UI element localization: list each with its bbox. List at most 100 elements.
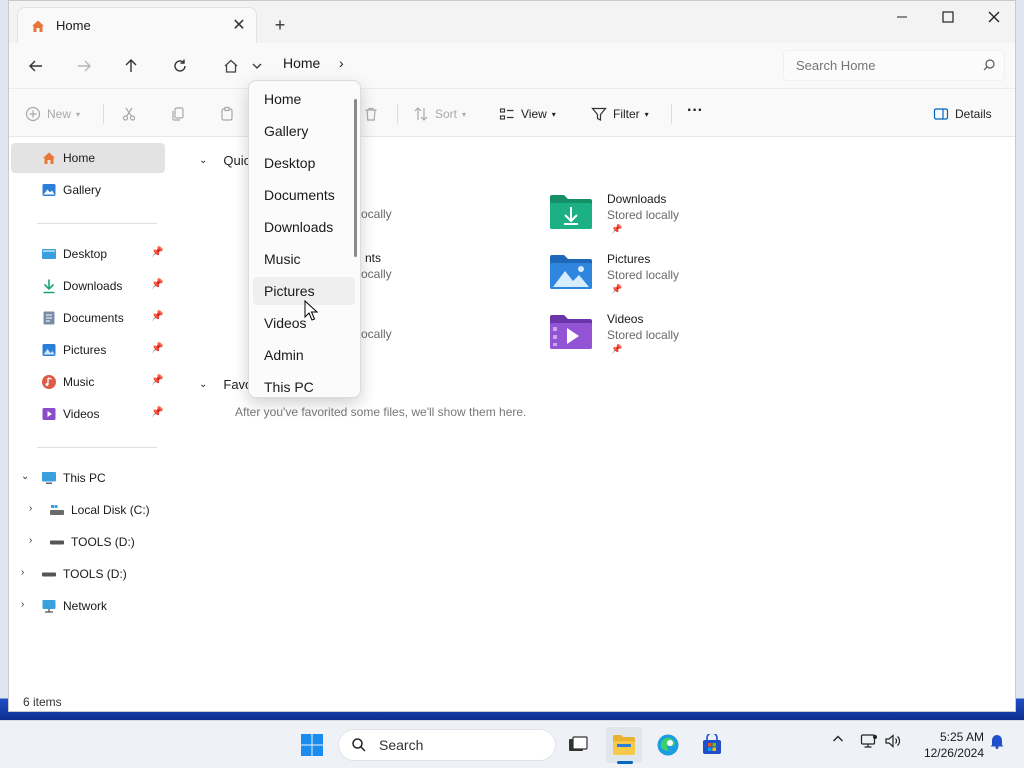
- minimize-button[interactable]: [879, 5, 925, 29]
- mouse-cursor-icon: [304, 300, 318, 321]
- videos-icon: [42, 408, 56, 420]
- filter-label: Filter: [613, 107, 640, 121]
- dropdown-item-this-pc[interactable]: This PC: [253, 373, 355, 397]
- address-home-button[interactable]: [216, 52, 246, 80]
- sidebar-item-tools-d[interactable]: › TOOLS (D:): [11, 527, 165, 557]
- dropdown-item-home[interactable]: Home: [253, 85, 355, 113]
- tab-home[interactable]: Home ✕: [17, 7, 257, 43]
- sort-button[interactable]: Sort ▾: [413, 103, 466, 125]
- address-dropdown-toggle[interactable]: [247, 52, 267, 80]
- delete-button[interactable]: [363, 103, 379, 125]
- store-icon: [703, 734, 721, 754]
- search-box[interactable]: [783, 50, 1005, 81]
- pin-icon[interactable]: 📌: [151, 279, 163, 290]
- sidebar-item-tools-d-root[interactable]: › TOOLS (D:): [11, 559, 165, 589]
- taskbar-search[interactable]: Search: [338, 729, 556, 761]
- tab-label: Home: [56, 18, 91, 33]
- volume-button[interactable]: [882, 733, 904, 749]
- quick-access-downloads[interactable]: Downloads Stored locally 📌: [549, 191, 749, 241]
- partial-text: ocally: [361, 327, 392, 341]
- sidebar-item-network[interactable]: › Network: [11, 591, 165, 621]
- start-button[interactable]: [294, 727, 330, 763]
- title-bar: Home ✕ +: [9, 1, 1015, 43]
- chevron-right-icon[interactable]: ›: [29, 503, 32, 514]
- sidebar-item-home[interactable]: Home: [11, 143, 165, 173]
- favorites-header[interactable]: ⌄ Favo: [199, 377, 252, 392]
- details-label: Details: [955, 107, 992, 121]
- filter-button[interactable]: Filter ▾: [591, 103, 649, 125]
- sidebar-item-local-disk-c[interactable]: › Local Disk (C:): [11, 495, 165, 525]
- cut-button[interactable]: [121, 103, 137, 125]
- dropdown-item-admin[interactable]: Admin: [253, 341, 355, 369]
- file-explorer-taskbar-button[interactable]: [606, 727, 642, 763]
- arrow-up-icon: [125, 59, 137, 72]
- sidebar-item-videos[interactable]: Videos 📌: [11, 399, 165, 429]
- task-view-button[interactable]: [560, 727, 596, 763]
- taskbar: Search 5:25 AM 12/26/2024: [0, 720, 1024, 768]
- more-options-button[interactable]: ···: [687, 100, 703, 122]
- pin-icon[interactable]: 📌: [151, 247, 163, 258]
- view-list-icon: [499, 108, 514, 120]
- partial-text: ocally: [361, 207, 392, 221]
- home-icon: [43, 152, 55, 164]
- forward-button[interactable]: [69, 52, 99, 80]
- divider: [671, 104, 672, 124]
- breadcrumb-separator[interactable]: ›: [339, 55, 344, 71]
- sidebar-item-music[interactable]: Music 📌: [11, 367, 165, 397]
- chevron-down-icon[interactable]: ⌄: [21, 471, 29, 482]
- pin-icon[interactable]: 📌: [151, 407, 163, 418]
- dropdown-item-documents[interactable]: Documents: [253, 181, 355, 209]
- copy-button[interactable]: [170, 103, 186, 125]
- pin-icon[interactable]: 📌: [151, 375, 163, 386]
- new-tab-button[interactable]: +: [269, 14, 291, 36]
- folder-icon: [613, 735, 635, 755]
- arrow-left-icon: [29, 60, 42, 72]
- divider: [397, 104, 398, 124]
- close-window-button[interactable]: [971, 5, 1017, 29]
- edge-browser-button[interactable]: [650, 727, 686, 763]
- dropdown-item-gallery[interactable]: Gallery: [253, 117, 355, 145]
- chevron-down-icon: ⌄: [199, 155, 208, 166]
- maximize-button[interactable]: [925, 5, 971, 29]
- dropdown-scrollbar[interactable]: [354, 99, 357, 257]
- chevron-right-icon[interactable]: ›: [29, 535, 32, 546]
- details-button[interactable]: Details: [933, 103, 992, 125]
- up-button[interactable]: [116, 52, 146, 80]
- chevron-right-icon[interactable]: ›: [21, 599, 24, 610]
- sidebar-item-gallery[interactable]: Gallery: [11, 175, 165, 205]
- quick-access-videos[interactable]: Videos Stored locally 📌: [549, 311, 749, 361]
- show-hidden-icons-button[interactable]: [828, 733, 848, 745]
- task-view-icon: [569, 736, 588, 751]
- sidebar-item-downloads[interactable]: Downloads 📌: [11, 271, 165, 301]
- dropdown-item-music[interactable]: Music: [253, 245, 355, 273]
- back-button[interactable]: [21, 52, 51, 80]
- sidebar-item-documents[interactable]: Documents 📌: [11, 303, 165, 333]
- search-input[interactable]: [796, 58, 966, 73]
- taskbar-clock[interactable]: 5:25 AM 12/26/2024: [912, 729, 984, 761]
- network-icon: [860, 734, 877, 748]
- notifications-button[interactable]: [986, 733, 1008, 749]
- network-icon: [42, 600, 56, 613]
- sidebar-item-this-pc[interactable]: ⌄ This PC: [11, 463, 165, 493]
- network-status-button[interactable]: [858, 733, 880, 749]
- sidebar-item-desktop[interactable]: Desktop 📌: [11, 239, 165, 269]
- close-tab-icon[interactable]: ✕: [230, 16, 248, 34]
- refresh-button[interactable]: [165, 52, 195, 80]
- view-button[interactable]: View ▾: [499, 103, 556, 125]
- paste-button[interactable]: [219, 103, 235, 125]
- quick-access-header[interactable]: ⌄ Quic: [199, 153, 250, 168]
- sidebar-item-pictures[interactable]: Pictures 📌: [11, 335, 165, 365]
- chevron-down-icon: ▾: [462, 109, 467, 119]
- dropdown-item-downloads[interactable]: Downloads: [253, 213, 355, 241]
- pin-icon[interactable]: 📌: [151, 311, 163, 322]
- clock-date: 12/26/2024: [923, 746, 984, 760]
- chevron-right-icon[interactable]: ›: [21, 567, 24, 578]
- sort-label: Sort: [435, 107, 458, 121]
- dropdown-item-desktop[interactable]: Desktop: [253, 149, 355, 177]
- new-button[interactable]: New ▾: [25, 103, 80, 125]
- quick-access-pictures[interactable]: Pictures Stored locally 📌: [549, 251, 749, 301]
- pin-icon[interactable]: 📌: [151, 343, 163, 354]
- view-label: View: [521, 107, 547, 121]
- breadcrumb-home[interactable]: Home: [283, 55, 320, 71]
- microsoft-store-button[interactable]: [694, 727, 730, 763]
